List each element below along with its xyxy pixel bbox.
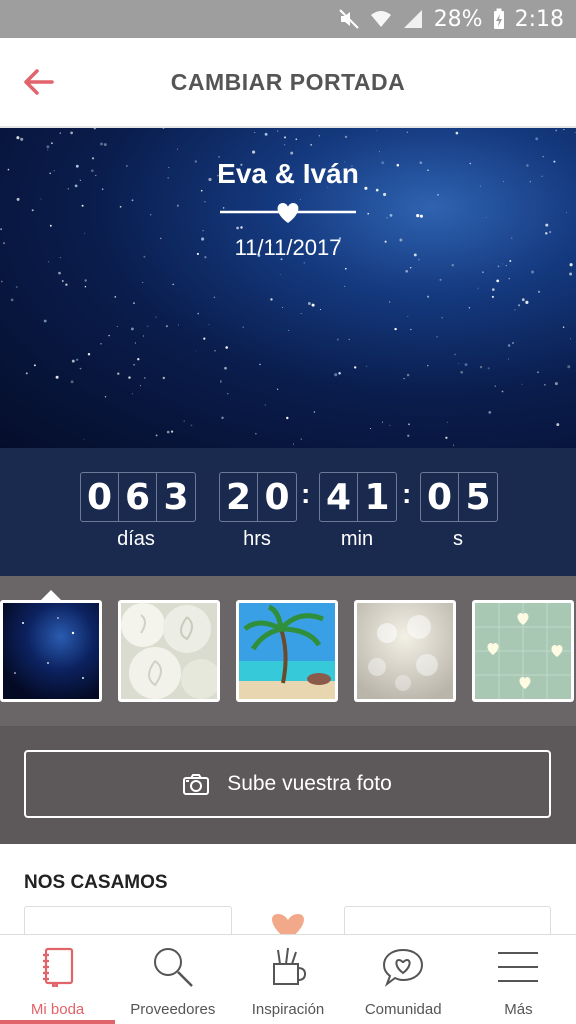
countdown: 0 6 3 2 0 : 4 1 : 0 5 días hrs min s: [0, 448, 576, 576]
arrow-left-icon: [24, 69, 54, 95]
days-digit: 6: [119, 473, 157, 521]
nav-item-mi-boda[interactable]: Mi boda: [0, 935, 116, 1024]
hours-digits: 2 0: [219, 472, 297, 522]
thumbnail-beach-palm[interactable]: [236, 600, 338, 702]
days-label: días: [117, 528, 155, 550]
tools-cup-icon: [273, 947, 306, 985]
hours-digit: 0: [264, 476, 290, 518]
thumbnail-bokeh-hearts[interactable]: [354, 600, 456, 702]
search-icon: [153, 948, 193, 987]
mute-icon: [338, 9, 359, 29]
upload-section: Sube vuestra foto: [0, 726, 576, 844]
minutes-digit: 1: [364, 476, 390, 518]
seconds-digit: 0: [421, 473, 459, 521]
nav-item-proveedores[interactable]: Proveedores: [115, 935, 230, 1024]
days-digit: 3: [163, 476, 189, 518]
nav-label: Inspiración: [251, 1001, 325, 1018]
battery-charging-icon: [493, 8, 504, 29]
minutes-digit: 4: [320, 473, 358, 521]
notebook-icon: [42, 947, 73, 987]
couple-names: Eva & Iván: [217, 158, 359, 189]
hours-label: hrs: [243, 528, 271, 550]
upload-photo-button[interactable]: Sube vuestra foto: [24, 750, 551, 818]
signal-icon: [403, 10, 422, 28]
nav-item-comunidad[interactable]: Comunidad: [346, 935, 461, 1024]
nav-item-inspiracion[interactable]: Inspiración: [230, 935, 345, 1024]
cover-thumbnails: [0, 576, 576, 726]
nav-label: Comunidad: [364, 1001, 442, 1018]
seconds-digits: 0 5: [420, 472, 498, 522]
chat-heart-icon: [383, 948, 424, 987]
section-title: NOS CASAMOS: [24, 872, 168, 893]
thumbnail-starry-sky[interactable]: [0, 600, 102, 702]
camera-icon: [183, 774, 210, 795]
seconds-label: s: [453, 528, 463, 550]
page-title: CAMBIAR PORTADA: [170, 68, 406, 95]
colon-separator: :: [301, 478, 311, 509]
minutes-label: min: [340, 528, 374, 550]
days-digit: 0: [81, 473, 119, 521]
thumbnail-white-roses[interactable]: [118, 600, 220, 702]
minutes-digits: 4 1: [319, 472, 397, 522]
status-bar: 28% 2:18: [0, 0, 576, 38]
heart-divider: [220, 203, 356, 223]
battery-percent: 28%: [433, 6, 483, 32]
bottom-navigation: Mi boda Proveedores Inspiración Comunida…: [0, 934, 576, 1024]
nav-label: Proveedores: [130, 1001, 216, 1018]
thumbnail-green-hearts[interactable]: [472, 600, 574, 702]
menu-icon: [498, 952, 539, 982]
upload-photo-label: Sube vuestra foto: [227, 772, 392, 795]
days-digits: 0 6 3: [80, 472, 196, 522]
wedding-section: NOS CASAMOS: [0, 844, 576, 946]
nav-item-mas[interactable]: Más: [461, 935, 576, 1024]
seconds-digit: 5: [465, 476, 491, 518]
wifi-icon: [370, 11, 391, 27]
clock: 2:18: [514, 6, 564, 32]
nav-label: Más: [504, 1001, 533, 1018]
hours-digit: 2: [220, 473, 258, 521]
wedding-date: 11/11/2017: [234, 235, 342, 260]
back-button[interactable]: [18, 62, 58, 102]
cover-image: Eva & Iván 11/11/2017: [0, 128, 576, 448]
colon-separator: :: [402, 478, 412, 509]
app-bar: CAMBIAR PORTADA: [0, 38, 576, 128]
nav-label: Mi boda: [30, 1001, 85, 1018]
